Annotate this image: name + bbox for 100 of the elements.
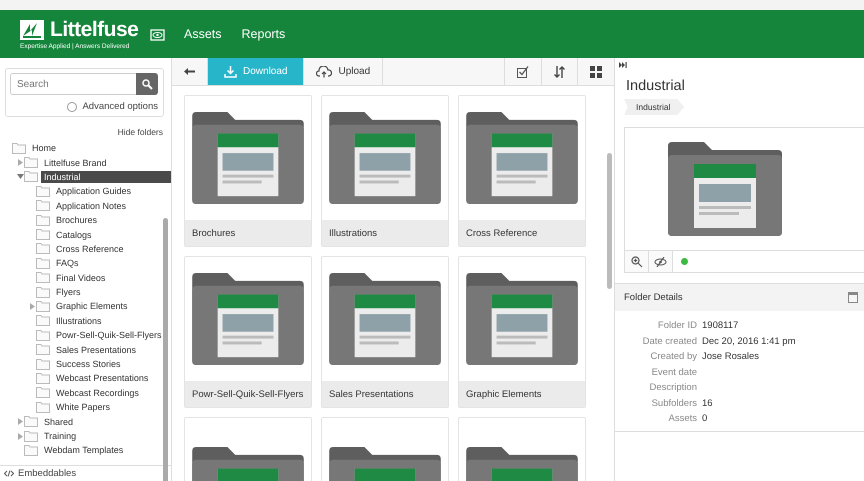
folder-tree-item[interactable]: Training xyxy=(41,430,80,442)
back-arrow-icon xyxy=(184,68,195,75)
eye-icon[interactable] xyxy=(150,28,166,40)
folder-tree-item[interactable]: Industrial xyxy=(41,170,171,183)
field-label: Event date xyxy=(650,366,697,378)
logo-icon xyxy=(20,20,44,40)
folder-icon xyxy=(36,286,50,298)
folder-tree-item[interactable]: Brochures xyxy=(53,214,100,226)
checkbox-icon xyxy=(517,66,529,78)
scrollbar[interactable] xyxy=(163,218,168,481)
brand-name: Littelfuse xyxy=(50,18,138,40)
embeddables-link[interactable]: Embeddables xyxy=(18,468,76,479)
help-icon xyxy=(67,102,78,112)
search-field[interactable]: Search xyxy=(10,73,136,95)
folder-name: Sales Presentations xyxy=(322,381,448,407)
folder-icon xyxy=(36,330,50,341)
folder-icon xyxy=(36,387,50,398)
code-icon xyxy=(4,470,14,477)
folder-icon xyxy=(24,444,38,456)
folder-tree-item[interactable]: Powr-Sell-Quik-Sell-Flyers xyxy=(53,329,165,342)
zoom-in-button[interactable] xyxy=(625,251,649,272)
folder-icon xyxy=(36,344,50,356)
folder-name: Powr-Sell-Quik-Sell-Flyers xyxy=(185,381,311,407)
folder-tree-item[interactable]: Application Guides xyxy=(53,185,134,198)
field-value: 1908117 xyxy=(702,320,740,332)
field-label: Folder ID xyxy=(656,320,697,332)
search-icon xyxy=(142,78,152,90)
field-label: Description xyxy=(648,382,697,394)
folder-icon xyxy=(36,186,50,197)
folder-tree-item[interactable]: Graphic Elements xyxy=(53,300,131,312)
folder-icon xyxy=(36,214,50,226)
field-value: Jose Rosales xyxy=(702,351,760,363)
collapse-panel-icon[interactable] xyxy=(619,62,627,68)
folder-icon xyxy=(36,300,50,312)
folder-tree-item[interactable]: White Papers xyxy=(53,401,114,414)
folder-card[interactable]: Illustrations xyxy=(321,95,449,247)
folder-tree-item[interactable]: Webcast Recordings xyxy=(53,386,142,399)
folder-tree-item[interactable]: Home xyxy=(29,142,60,154)
folder-tree-item[interactable]: Webdam Templates xyxy=(41,444,126,456)
upload-button[interactable]: Upload xyxy=(304,58,384,85)
folder-tree-item[interactable]: Application Notes xyxy=(53,200,130,212)
field-label: Created by xyxy=(650,351,697,363)
folder-icon xyxy=(36,315,50,326)
folder-tree-item[interactable]: Webcast Presentations xyxy=(53,372,152,384)
folder-tree-item[interactable]: Sales Presentations xyxy=(53,344,140,356)
folder-tree-item[interactable]: FAQs xyxy=(53,257,82,270)
folder-card[interactable]: Sales Presentations xyxy=(321,256,449,408)
folder-icon xyxy=(36,372,50,384)
breadcrumb[interactable]: Industrial xyxy=(624,99,684,115)
folder-icon xyxy=(24,171,38,182)
select-button[interactable] xyxy=(504,58,542,85)
calendar-icon[interactable] xyxy=(848,292,858,303)
folder-card[interactable]: Powr-Sell-Quik-Sell-Flyers xyxy=(184,256,312,408)
nav-link[interactable]: Assets xyxy=(174,23,232,45)
grid-icon xyxy=(590,66,602,78)
section-title: Folder Details xyxy=(624,292,683,303)
sort-icon xyxy=(554,66,565,78)
folder-tree-item[interactable]: Shared xyxy=(41,416,76,428)
field-value: 0 xyxy=(702,413,708,425)
folder-icon xyxy=(24,430,38,442)
field-label: Date created xyxy=(642,336,697,348)
field-value: 16 xyxy=(702,398,714,410)
download-icon xyxy=(224,66,237,78)
cloud-upload-icon xyxy=(316,66,332,78)
folder-card[interactable]: Graphic Elements xyxy=(458,256,586,408)
scrollbar[interactable] xyxy=(607,153,612,289)
folder-tree-item[interactable]: Illustrations xyxy=(53,314,105,327)
folder-tree-item[interactable]: Catalogs xyxy=(53,228,95,241)
folder-icon xyxy=(36,200,50,212)
nav-link[interactable]: Reports xyxy=(232,23,296,45)
folder-tree-item[interactable]: Cross Reference xyxy=(53,242,127,255)
folder-tree-item[interactable]: Success Stories xyxy=(53,358,124,370)
folder-title: Industrial xyxy=(625,77,686,94)
zoom-in-icon xyxy=(630,256,642,268)
folder-icon xyxy=(24,157,38,168)
folder-name: Graphic Elements xyxy=(459,381,585,407)
folder-icon xyxy=(36,358,50,370)
field-value: Dec 20, 2016 1:41 pm xyxy=(702,336,796,348)
folder-card[interactable]: Cross Reference xyxy=(458,95,586,247)
status-dot xyxy=(681,258,688,265)
search-button[interactable] xyxy=(136,73,158,95)
folder-name: Illustrations xyxy=(322,220,448,246)
field-label: Subfolders xyxy=(650,398,697,410)
hide-folders-link[interactable]: Hide folders xyxy=(118,127,163,137)
folder-icon xyxy=(36,243,50,254)
folder-icon xyxy=(36,258,50,269)
hide-button[interactable] xyxy=(649,251,673,272)
folder-icon xyxy=(36,402,50,413)
folder-icon xyxy=(12,142,26,154)
eye-slash-icon xyxy=(654,256,667,266)
folder-card[interactable]: Brochures xyxy=(184,95,312,247)
folder-tree-item[interactable]: Littelfuse Brand xyxy=(41,156,110,169)
folder-tree-item[interactable]: Final Videos xyxy=(53,272,108,284)
folder-tree-item[interactable]: Flyers xyxy=(53,286,84,298)
advanced-options-link[interactable]: Advanced options xyxy=(67,101,158,112)
folder-icon xyxy=(36,229,50,240)
folder-name: Cross Reference xyxy=(459,220,585,246)
folder-name: Brochures xyxy=(185,220,311,246)
field-label: Assets xyxy=(667,413,697,425)
folder-icon xyxy=(36,272,50,284)
